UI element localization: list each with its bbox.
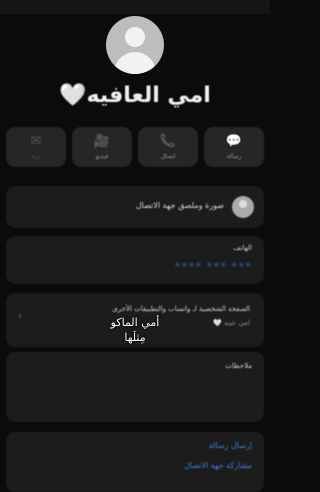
mail-label: بريد [31, 153, 41, 160]
phone-number[interactable]: •••• ••• ••• [175, 260, 252, 271]
message-label: رسالة [226, 153, 242, 160]
contact-avatar[interactable] [106, 16, 164, 74]
contact-thumbnail [232, 196, 254, 218]
phone-label: الهاتف [233, 244, 252, 252]
video-label: فيديو [95, 153, 109, 160]
contact-name: امي العافيه🤍 [59, 83, 211, 108]
caption-overlay: أمي الماكو مِثلَها [0, 315, 270, 345]
send-message-link[interactable]: إرسال رسالة [209, 441, 252, 450]
caption-line-1: أمي الماكو [110, 316, 160, 329]
video-icon: 🎥 [93, 134, 111, 149]
caption-line-2: مِثلَها [124, 331, 146, 344]
avatar-body-shape [114, 52, 156, 74]
video-button[interactable]: 🎥 فيديو [72, 127, 132, 167]
mail-button[interactable]: ✉ بريد [6, 127, 66, 167]
call-label: اتصال [160, 153, 176, 160]
notes-label: ملاحظات [225, 362, 252, 370]
phone-card[interactable]: الهاتف •••• ••• ••• [6, 236, 264, 284]
mail-icon: ✉ [30, 134, 42, 149]
share-contact-link[interactable]: مشاركة جهة الاتصال [184, 461, 252, 470]
call-button[interactable]: 📞 اتصال [138, 127, 198, 167]
contact-photo-poster-label: صورة وملصق جهة الاتصال [135, 201, 224, 210]
phone-icon: 📞 [159, 134, 177, 149]
status-bar [0, 0, 270, 14]
message-button[interactable]: 💬 رسالة [204, 127, 264, 167]
action-row: 💬 رسالة 📞 اتصال 🎥 فيديو ✉ بريد [6, 127, 264, 167]
links-card: إرسال رسالة مشاركة جهة الاتصال [6, 432, 264, 492]
message-icon: 💬 [225, 134, 243, 149]
notes-card[interactable]: ملاحظات [6, 352, 264, 422]
contact-photo-poster-row[interactable]: صورة وملصق جهة الاتصال [6, 186, 264, 228]
avatar-head-shape [125, 27, 145, 47]
status-title: الصفحة الشخصية لـ واتساب والتطبيقات الأخ… [112, 305, 250, 313]
